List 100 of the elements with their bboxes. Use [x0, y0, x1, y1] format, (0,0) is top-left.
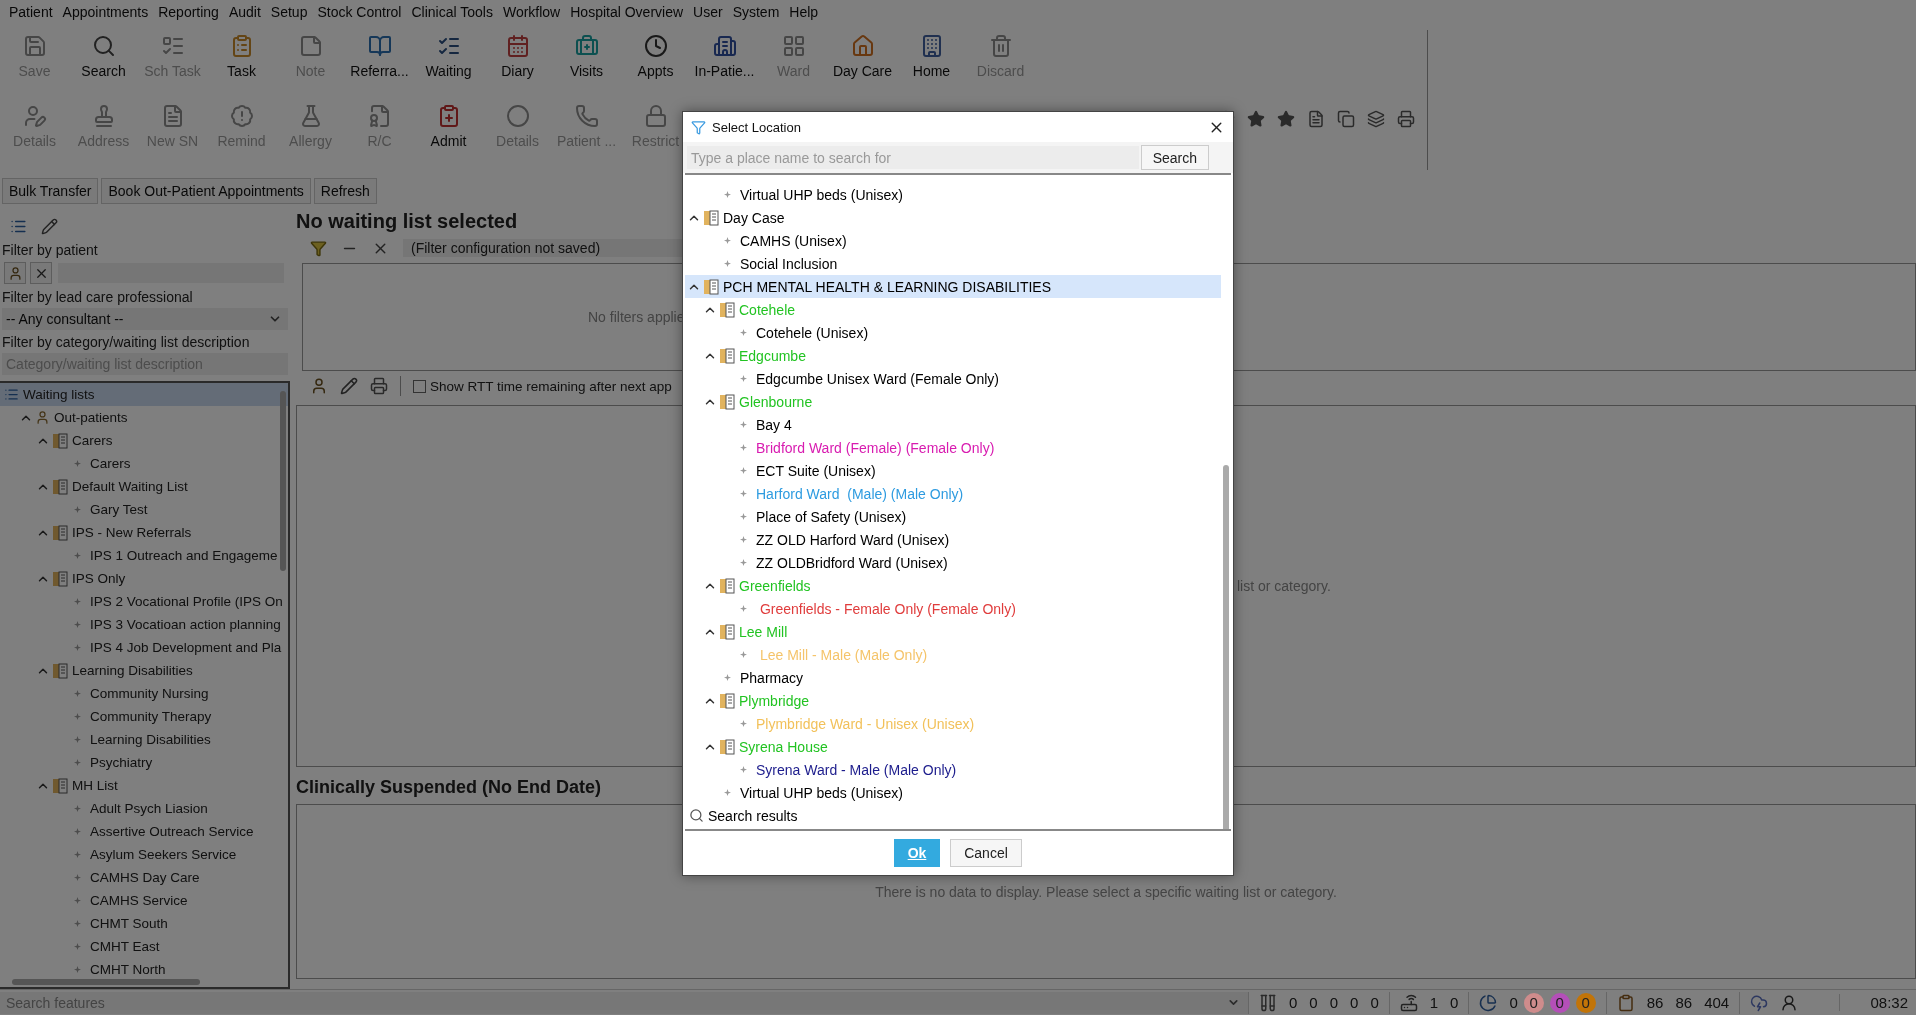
tree-row[interactable]: Edgcumbe: [685, 344, 1221, 367]
tree-row[interactable]: Lee Mill: [685, 620, 1221, 643]
menu-item[interactable]: Workflow: [497, 4, 566, 20]
cancel-button[interactable]: Cancel: [950, 839, 1022, 867]
tree-row[interactable]: Default Waiting List: [0, 475, 288, 498]
scrollbar[interactable]: [280, 391, 286, 571]
toolbar-button[interactable]: Task: [207, 30, 276, 92]
toolbar-button[interactable]: Search: [69, 30, 138, 92]
tree-row[interactable]: Edgcumbe Unisex Ward (Female Only): [685, 367, 1221, 390]
menu-item[interactable]: Hospital Overview: [565, 4, 689, 20]
tree-row[interactable]: ZZ OLD Harford Ward (Unisex): [685, 528, 1221, 551]
tree-row[interactable]: IPS 2 Vocational Profile (IPS On: [0, 590, 288, 613]
clipboard-icon[interactable]: [1616, 993, 1635, 1012]
tree-row[interactable]: Place of Safety (Unisex): [685, 505, 1221, 528]
tree-row[interactable]: Syrena Ward - Male (Male Only): [685, 758, 1221, 781]
clear-button[interactable]: [30, 262, 52, 284]
tree-row[interactable]: CAMHS Day Care: [0, 866, 288, 889]
tree-row[interactable]: Cotehele (Unisex): [685, 321, 1221, 344]
tree-row[interactable]: Carers: [0, 452, 288, 475]
weather-icon[interactable]: [1750, 993, 1769, 1012]
consultant-select[interactable]: -- Any consultant --: [2, 308, 288, 330]
menu-item[interactable]: System: [727, 4, 785, 20]
search-button[interactable]: Search: [1140, 145, 1209, 170]
tree-row[interactable]: Day Case: [685, 206, 1221, 229]
test-tubes-icon[interactable]: [1259, 993, 1277, 1012]
layers-icon[interactable]: [1367, 110, 1385, 128]
tree-row[interactable]: IPS 1 Outreach and Engageme: [0, 544, 288, 567]
menu-item[interactable]: Stock Control: [312, 4, 407, 20]
copy-icon[interactable]: [1337, 110, 1355, 128]
toolbar-button[interactable]: Waiting: [414, 30, 483, 92]
tree-row[interactable]: IPS 4 Job Development and Pla: [0, 636, 288, 659]
printer-icon[interactable]: [370, 377, 388, 395]
tree-row[interactable]: Harford Ward (Male) (Male Only): [685, 482, 1221, 505]
tree-row[interactable]: MH List: [0, 774, 288, 797]
tree-row[interactable]: Learning Disabilities: [0, 659, 288, 682]
star-icon[interactable]: [1277, 110, 1295, 128]
tree-row[interactable]: Asylum Seekers Service: [0, 843, 288, 866]
patient-button[interactable]: [4, 262, 26, 284]
menu-item[interactable]: Clinical Tools: [406, 4, 498, 20]
action-button[interactable]: Refresh: [313, 178, 377, 204]
edit-icon[interactable]: [340, 377, 358, 395]
location-search-field[interactable]: Type a place name to search for: [687, 146, 1139, 169]
tree-row[interactable]: Pharmacy: [685, 666, 1221, 689]
tree-row[interactable]: Virtual UHP beds (Unisex): [685, 183, 1221, 206]
toolbar-button[interactable]: Day Care: [828, 30, 897, 92]
toolbar-button[interactable]: Appts: [621, 30, 690, 92]
tree-row[interactable]: Greenfields - Female Only (Female Only): [685, 597, 1221, 620]
printer-icon[interactable]: [1397, 110, 1415, 128]
ok-button[interactable]: Ok: [894, 839, 940, 867]
tree-row[interactable]: IPS Only: [0, 567, 288, 590]
menu-item[interactable]: Patient: [4, 4, 58, 20]
person-icon[interactable]: [310, 377, 328, 395]
tree-row[interactable]: Waiting lists: [0, 383, 288, 406]
tree-row[interactable]: CMHT North: [0, 958, 288, 981]
toolbar-button[interactable]: Visits: [552, 30, 621, 92]
menu-item[interactable]: Reporting: [153, 4, 224, 20]
tree-row[interactable]: Bridford Ward (Female) (Female Only): [685, 436, 1221, 459]
tree-row[interactable]: Assertive Outreach Service: [0, 820, 288, 843]
tree-row[interactable]: Psychiatry: [0, 751, 288, 774]
toolbar-button[interactable]: Referra...: [345, 30, 414, 92]
user-icon[interactable]: [1780, 993, 1799, 1012]
tree-row[interactable]: CMHT East: [0, 935, 288, 958]
tree-row[interactable]: Learning Disabilities: [0, 728, 288, 751]
chart-icon[interactable]: [1479, 993, 1498, 1012]
tree-row[interactable]: Virtual UHP beds (Unisex): [685, 781, 1221, 804]
tree-row[interactable]: Search results: [685, 804, 1221, 827]
tree-row[interactable]: IPS - New Referrals: [0, 521, 288, 544]
menu-item[interactable]: Setup: [265, 4, 313, 20]
tree-row[interactable]: Bay 4: [685, 413, 1221, 436]
star-icon[interactable]: [1247, 110, 1265, 128]
tree-row[interactable]: Adult Psych Liasion: [0, 797, 288, 820]
toolbar-button[interactable]: In-Patie...: [690, 30, 759, 92]
toolbar-button[interactable]: Diary: [483, 30, 552, 92]
scrollbar[interactable]: [12, 979, 200, 985]
device-icon[interactable]: [1399, 993, 1418, 1012]
scrollbar[interactable]: [1223, 465, 1229, 829]
filter-icon[interactable]: [310, 239, 327, 257]
document-icon[interactable]: [1307, 110, 1325, 128]
tree-row[interactable]: Gary Test: [0, 498, 288, 521]
tree-row[interactable]: Out-patients: [0, 406, 288, 429]
action-button[interactable]: Book Out-Patient Appointments: [101, 178, 311, 204]
tree-row[interactable]: CAMHS Service: [0, 889, 288, 912]
tree-row[interactable]: Cotehele: [685, 298, 1221, 321]
tree-row[interactable]: Community Therapy: [0, 705, 288, 728]
menu-item[interactable]: Audit: [223, 4, 266, 20]
tree-row[interactable]: ZZ OLDBridford Ward (Unisex): [685, 551, 1221, 574]
tree-row[interactable]: Carers: [0, 429, 288, 452]
action-button[interactable]: Bulk Transfer: [2, 178, 99, 204]
tree-row[interactable]: Greenfields: [685, 574, 1221, 597]
edit-icon[interactable]: [41, 217, 58, 235]
tree-row[interactable]: Community Nursing: [0, 682, 288, 705]
tree-row[interactable]: PCH MENTAL HEALTH & LEARNING DISABILITIES: [685, 275, 1221, 298]
toolbar-button[interactable]: Home: [897, 30, 966, 92]
tree-row[interactable]: ECT Suite (Unisex): [685, 459, 1221, 482]
rtt-checkbox[interactable]: Show RTT time remaining after next app: [413, 378, 672, 394]
menu-item[interactable]: User: [688, 4, 728, 20]
menu-item[interactable]: Help: [784, 4, 824, 20]
menu-item[interactable]: Appointments: [57, 4, 154, 20]
tree-row[interactable]: CHMT South: [0, 912, 288, 935]
toolbar-button[interactable]: Admit: [414, 100, 483, 162]
